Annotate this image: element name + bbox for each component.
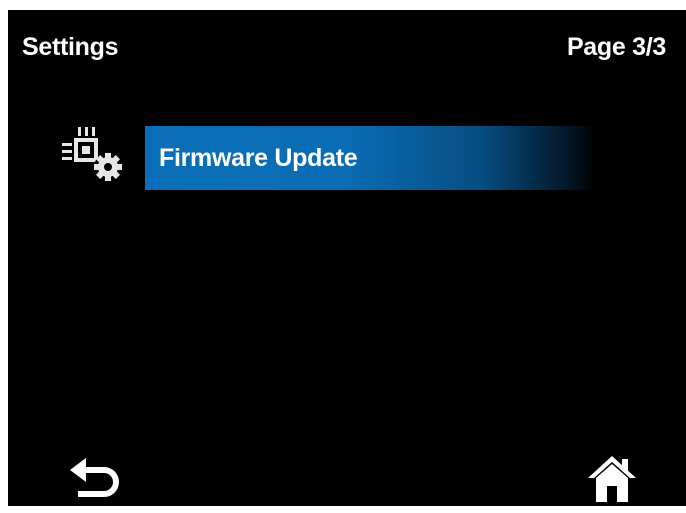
home-icon <box>586 454 638 504</box>
menu-item-label: Firmware Update <box>159 144 358 172</box>
firmware-chip-gear-icon <box>62 127 130 187</box>
back-arrow-icon <box>64 454 124 504</box>
page-indicator: Page 3/3 <box>566 33 666 61</box>
back-button[interactable] <box>64 454 124 504</box>
device-screen: Settings Page 3/3 Firmware Update <box>8 10 686 506</box>
page-title: Settings <box>22 33 119 61</box>
menu-item-firmware-update[interactable]: Firmware Update <box>8 117 686 193</box>
home-button[interactable] <box>586 454 638 504</box>
menu-item-highlight[interactable]: Firmware Update <box>145 126 595 190</box>
